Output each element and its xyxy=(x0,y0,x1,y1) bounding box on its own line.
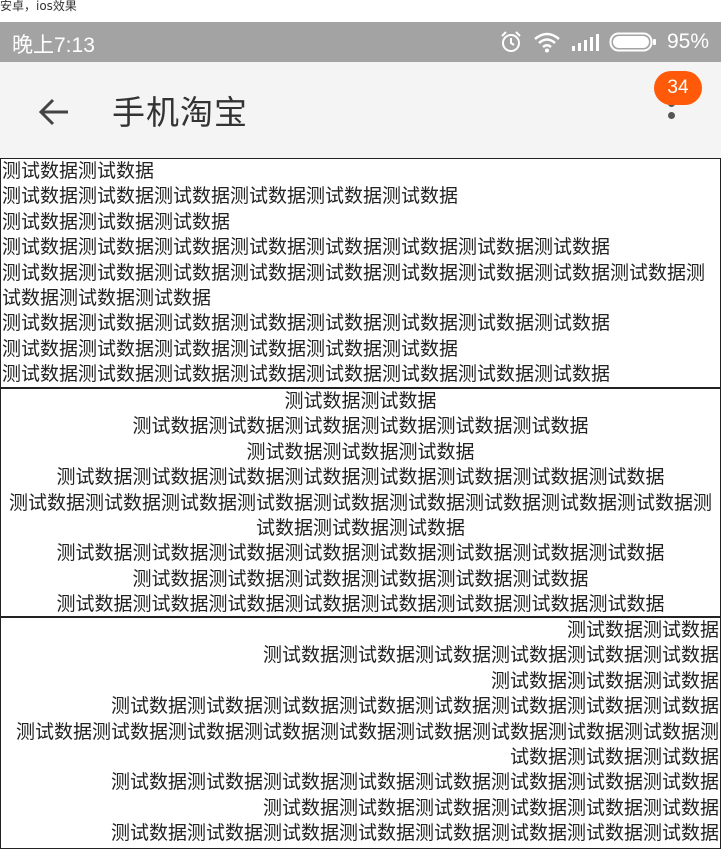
text-line: 测试数据测试数据测试数据测试数据测试数据测试数据 xyxy=(132,415,589,438)
battery-percent: 95% xyxy=(666,30,709,53)
back-arrow-icon xyxy=(38,98,68,126)
text-line: 测试数据测试数据测试数据测试数据测试数据测试数据 xyxy=(262,796,719,819)
text-line: 测试数据测试数据测试数据测试数据测试数据测试数据测试数据测试数据 xyxy=(56,593,665,616)
app-toolbar: 手机淘宝 34 xyxy=(0,62,721,158)
text-line: 测试数据测试数据测试数据测试数据测试数据测试数据测试数据测试数据 xyxy=(2,236,611,259)
status-icons: 95% xyxy=(499,27,709,57)
text-line: 测试数据测试数据测试数据测试数据测试数据测试数据测试数据测试数据测试数据测试数据… xyxy=(15,720,719,769)
text-line: 测试数据测试数据测试数据 xyxy=(2,210,231,233)
text-line: 测试数据测试数据 xyxy=(284,390,437,412)
text-line: 测试数据测试数据测试数据测试数据测试数据测试数据测试数据测试数据 xyxy=(56,542,665,565)
text-line: 测试数据测试数据测试数据测试数据测试数据测试数据测试数据测试数据 xyxy=(2,363,611,386)
page-title: 手机淘宝 xyxy=(112,93,248,132)
alarm-icon xyxy=(499,30,523,54)
battery-icon xyxy=(609,31,657,53)
text-line: 测试数据测试数据测试数据测试数据测试数据测试数据 xyxy=(2,337,459,360)
right-aligned-block: 测试数据测试数据 测试数据测试数据测试数据测试数据测试数据测试数据 测试数据测试… xyxy=(0,617,721,849)
text-line: 测试数据测试数据测试数据测试数据测试数据测试数据 xyxy=(262,644,719,667)
text-line: 测试数据测试数据测试数据测试数据测试数据测试数据测试数据测试数据 xyxy=(110,822,719,845)
text-line: 测试数据测试数据测试数据测试数据测试数据测试数据测试数据测试数据测试数据测试数据… xyxy=(8,491,712,540)
notification-badge: 34 xyxy=(654,71,702,105)
left-aligned-block: 测试数据测试数据 测试数据测试数据测试数据测试数据测试数据测试数据 测试数据测试… xyxy=(0,158,721,388)
wifi-icon xyxy=(533,31,561,53)
text-line: 测试数据测试数据测试数据测试数据测试数据测试数据测试数据测试数据 xyxy=(2,312,611,335)
text-line: 测试数据测试数据 xyxy=(2,160,155,182)
text-line: 测试数据测试数据 xyxy=(566,619,719,641)
center-aligned-block: 测试数据测试数据 测试数据测试数据测试数据测试数据测试数据测试数据 测试数据测试… xyxy=(0,388,721,617)
text-line: 测试数据测试数据测试数据测试数据测试数据测试数据测试数据测试数据 xyxy=(110,771,719,794)
text-line: 测试数据测试数据测试数据测试数据测试数据测试数据测试数据测试数据 xyxy=(56,466,665,489)
text-line: 测试数据测试数据测试数据测试数据测试数据测试数据 xyxy=(132,567,589,590)
status-bar: 晚上7:13 95% xyxy=(0,22,721,62)
text-line: 测试数据测试数据测试数据测试数据测试数据测试数据测试数据测试数据 xyxy=(110,695,719,718)
signal-icon xyxy=(571,32,599,52)
text-line: 测试数据测试数据测试数据测试数据测试数据测试数据 xyxy=(2,185,459,208)
text-line: 测试数据测试数据测试数据 xyxy=(490,669,719,692)
text-line: 测试数据测试数据测试数据 xyxy=(246,440,475,463)
back-button[interactable] xyxy=(36,92,76,132)
page-caption: 安卓，ios效果 xyxy=(0,0,721,22)
text-line: 测试数据测试数据测试数据测试数据测试数据测试数据测试数据测试数据测试数据测试数据… xyxy=(2,261,706,310)
status-time: 晚上7:13 xyxy=(12,34,95,57)
text-blocks: 测试数据测试数据 测试数据测试数据测试数据测试数据测试数据测试数据 测试数据测试… xyxy=(0,158,721,849)
more-vertical-icon-dot xyxy=(668,112,675,119)
